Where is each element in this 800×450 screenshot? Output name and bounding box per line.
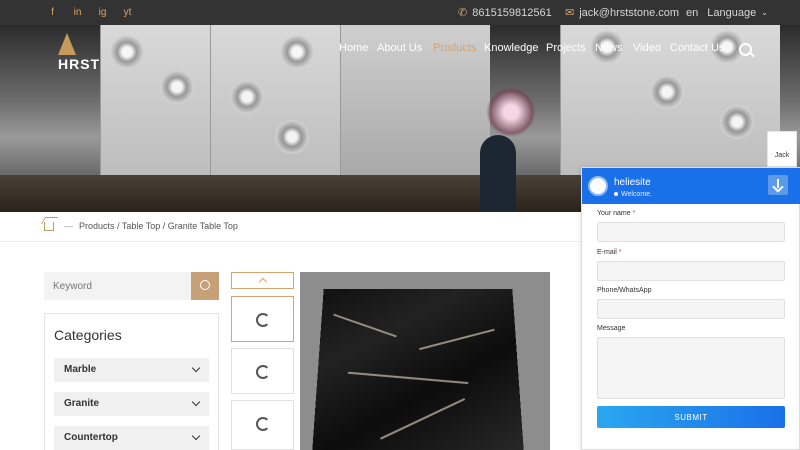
breadcrumb: — Products / Table Top / Granite Table T… (44, 221, 238, 231)
star-carving (280, 35, 314, 69)
phone-contact[interactable]: ✆ 8615159812561 (458, 0, 552, 25)
chat-agent-name: heliesite (614, 177, 651, 188)
flowers (486, 87, 536, 137)
nav-products[interactable]: Products (433, 42, 476, 58)
loading-spinner-icon (256, 365, 270, 379)
nav-news[interactable]: News (595, 42, 623, 58)
email-field[interactable] (597, 261, 785, 281)
star-carving (275, 120, 309, 154)
star-carving (110, 35, 144, 69)
search-icon[interactable] (739, 43, 752, 56)
logo-text: HRST (58, 56, 101, 72)
product-main-image[interactable] (300, 272, 550, 450)
loading-spinner-icon (256, 417, 270, 431)
nav-video[interactable]: Video (633, 42, 661, 58)
email-contact[interactable]: ✉ jack@hrststone.com (565, 0, 679, 25)
phone-field[interactable] (597, 299, 785, 319)
thumbnail-prev-button[interactable] (231, 272, 294, 289)
instagram-icon[interactable]: ig (90, 7, 115, 18)
nav-about-us[interactable]: About Us (377, 42, 422, 58)
nav-contact-us[interactable]: Contact Us (670, 42, 724, 58)
category-marble[interactable]: Marble (54, 358, 209, 382)
keyword-input[interactable] (44, 272, 184, 300)
nav-knowledge[interactable]: Knowledge (484, 42, 538, 58)
home-icon[interactable] (44, 221, 54, 231)
granite-slab (311, 288, 525, 450)
language-code: en (686, 6, 699, 19)
sidebar-search (44, 272, 219, 300)
vein (347, 371, 469, 385)
star-carving (650, 75, 684, 109)
thumbnail[interactable] (231, 400, 294, 450)
phone-number: 8615159812561 (472, 6, 552, 19)
chat-status: Welcome. (614, 191, 652, 198)
categories-title: Categories (54, 327, 122, 343)
language-selector[interactable]: en Language ⌄ (686, 0, 768, 25)
linkedin-icon[interactable]: in (65, 7, 90, 18)
social-links: f in ig yt (40, 0, 140, 25)
breadcrumb-separator: — (64, 221, 73, 231)
email-address: jack@hrststone.com (579, 6, 680, 19)
nav-home[interactable]: Home (339, 42, 368, 58)
chevron-down-icon (191, 363, 201, 373)
breadcrumb-path[interactable]: Products / Table Top / Granite Table Top (79, 221, 238, 231)
vase (480, 135, 516, 212)
youtube-icon[interactable]: yt (115, 7, 140, 18)
site-logo[interactable]: HRST (58, 33, 100, 72)
online-dot-icon (614, 192, 618, 196)
category-granite[interactable]: Granite (54, 392, 209, 416)
facebook-icon[interactable]: f (40, 7, 65, 18)
phone-label: Phone/WhatsApp (597, 287, 652, 294)
top-bar: f in ig yt ✆ 8615159812561 ✉ jack@hrstst… (0, 0, 800, 25)
name-label: Your name * (597, 210, 636, 217)
thumbnail-strip (231, 272, 294, 450)
chat-widget: heliesite Welcome. Your name * E-mail * … (581, 167, 800, 450)
star-carving (720, 105, 754, 139)
star-carving (160, 70, 194, 104)
arrow-down-icon (777, 179, 779, 188)
phone-icon: ✆ (458, 7, 468, 19)
mail-icon: ✉ (565, 7, 575, 19)
chevron-down-icon: ⌄ (761, 8, 768, 17)
logo-mark (58, 33, 76, 55)
vein (333, 313, 397, 338)
vein (419, 328, 495, 351)
vein (380, 398, 466, 440)
message-label: Message (597, 325, 626, 332)
chat-header: heliesite Welcome. (582, 168, 800, 204)
star-carving (230, 80, 264, 114)
categories-panel: Categories Marble Granite Countertop (44, 313, 219, 450)
language-label: Language (707, 6, 757, 19)
search-button[interactable] (191, 272, 219, 300)
nav-projects[interactable]: Projects (546, 42, 586, 58)
message-field[interactable] (597, 337, 785, 399)
chevron-down-icon (191, 397, 201, 407)
email-label: E-mail * (597, 249, 622, 256)
search-icon (200, 280, 210, 290)
thumbnail[interactable] (231, 348, 294, 394)
name-field[interactable] (597, 222, 785, 242)
avatar (588, 176, 608, 196)
thumbnail[interactable] (231, 296, 294, 342)
chevron-down-icon (191, 431, 201, 441)
loading-spinner-icon (256, 313, 270, 327)
category-countertop[interactable]: Countertop (54, 426, 209, 450)
chevron-up-icon (258, 277, 268, 287)
agent-tab[interactable]: Jack (767, 131, 797, 167)
submit-button[interactable]: SUBMIT (597, 406, 785, 428)
minimize-chat-button[interactable] (768, 175, 788, 195)
